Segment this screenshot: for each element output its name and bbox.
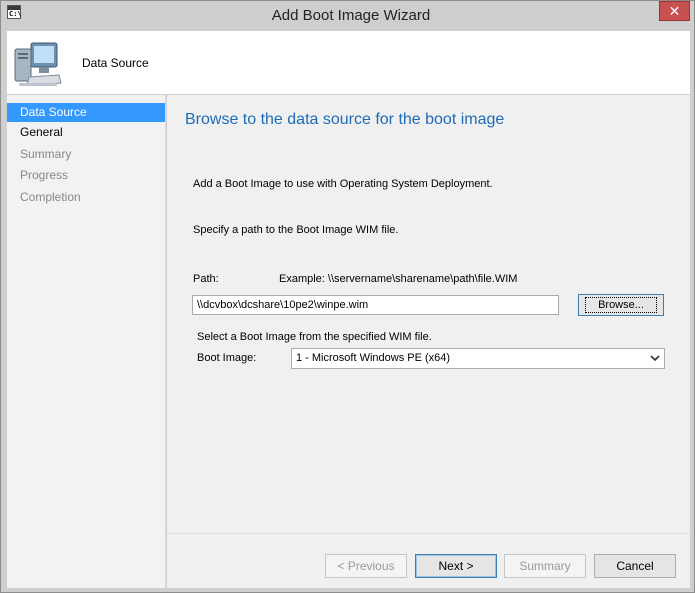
sidebar-item-data-source[interactable]: Data Source bbox=[7, 103, 165, 122]
wizard-window: C:\ Add Boot Image Wizard ✕ Data Source … bbox=[0, 0, 695, 593]
window-title: Add Boot Image Wizard bbox=[271, 7, 431, 24]
header-title: Data Source bbox=[82, 56, 149, 70]
intro-text: Add a Boot Image to use with Operating S… bbox=[193, 178, 493, 190]
sidebar-item-progress: Progress bbox=[20, 168, 69, 183]
boot-image-select[interactable]: 1 - Microsoft Windows PE (x64) bbox=[291, 348, 665, 369]
specify-path-text: Specify a path to the Boot Image WIM fil… bbox=[193, 224, 399, 236]
sidebar-item-completion: Completion bbox=[20, 190, 81, 205]
sidebar-item-summary: Summary bbox=[20, 146, 72, 161]
path-input[interactable] bbox=[192, 295, 559, 315]
sidebar-item-general[interactable]: General bbox=[7, 122, 165, 144]
browse-button[interactable]: Browse... bbox=[578, 294, 664, 316]
browse-button-label: Browse... bbox=[585, 297, 657, 313]
main-panel: Browse to the data source for the boot i… bbox=[167, 95, 690, 588]
wizard-header: Data Source bbox=[7, 31, 690, 94]
next-button[interactable]: Next > bbox=[415, 554, 497, 578]
chevron-down-icon[interactable] bbox=[650, 352, 660, 364]
title-bar[interactable]: C:\ Add Boot Image Wizard ✕ bbox=[1, 1, 694, 31]
computer-icon bbox=[14, 42, 62, 86]
boot-image-value: 1 - Microsoft Windows PE (x64) bbox=[296, 352, 451, 364]
path-example: Example: \\servername\sharename\path\fil… bbox=[279, 273, 518, 285]
wizard-steps-sidebar: Data Source General Summary Progress Com… bbox=[7, 95, 166, 588]
wizard-footer: < Previous Next > Summary Cancel bbox=[167, 533, 690, 588]
cancel-button[interactable]: Cancel bbox=[594, 554, 676, 578]
select-hint-text: Select a Boot Image from the specified W… bbox=[197, 331, 432, 343]
close-icon: ✕ bbox=[668, 2, 681, 19]
boot-image-label: Boot Image: bbox=[197, 352, 257, 364]
page-title: Browse to the data source for the boot i… bbox=[185, 111, 505, 128]
path-label: Path: bbox=[193, 273, 219, 285]
previous-button[interactable]: < Previous bbox=[325, 554, 407, 578]
close-button[interactable]: ✕ bbox=[659, 1, 690, 21]
summary-button[interactable]: Summary bbox=[504, 554, 586, 578]
